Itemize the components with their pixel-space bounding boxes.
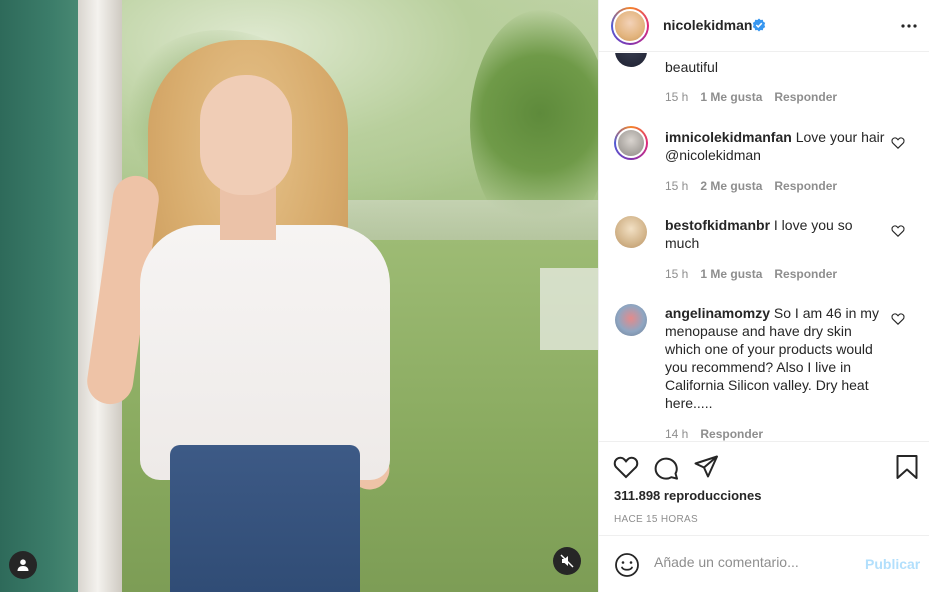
comment-meta: 15 h 1 Me gusta Responder	[665, 90, 837, 104]
publish-button[interactable]: Publicar	[865, 556, 920, 572]
commenter-avatar[interactable]	[614, 126, 648, 160]
author-username[interactable]: nicolekidman	[663, 17, 752, 33]
view-count[interactable]: 311.898 reproducciones	[614, 488, 761, 503]
comment-text: bestofkidmanbr I love you so much	[665, 217, 853, 251]
comment-meta: 15 h 1 Me gusta Responder	[665, 267, 837, 281]
comment-likes[interactable]: 1 Me gusta	[700, 267, 762, 281]
reply-button[interactable]: Responder	[774, 267, 837, 281]
comment-time[interactable]: 15 h	[665, 179, 688, 193]
post-header: nicolekidman	[599, 0, 929, 52]
comment-likes[interactable]: 2 Me gusta	[700, 179, 762, 193]
post-timestamp[interactable]: HACE 15 HORAS	[614, 514, 698, 525]
emoji-smiley-icon[interactable]	[614, 552, 640, 578]
author-avatar[interactable]	[611, 7, 649, 45]
comment-time[interactable]: 14 h	[665, 427, 688, 441]
verified-badge-icon	[752, 18, 766, 32]
user-icon	[17, 559, 29, 571]
post-media-video[interactable]	[0, 0, 598, 592]
comment-likes[interactable]: 1 Me gusta	[700, 90, 762, 104]
save-bookmark-icon[interactable]	[894, 454, 920, 480]
like-heart-icon[interactable]	[613, 454, 639, 480]
comment-like-heart-icon[interactable]	[891, 312, 905, 326]
reply-button[interactable]: Responder	[774, 179, 837, 193]
commenter-avatar[interactable]	[615, 216, 647, 248]
mute-toggle-button[interactable]	[553, 547, 581, 575]
add-comment-bar: Publicar	[599, 535, 929, 592]
commenter-avatar[interactable]	[615, 304, 647, 336]
comment-text: imnicolekidmanfan Love your hair @nicole…	[665, 129, 885, 163]
comment-like-heart-icon[interactable]	[891, 224, 905, 238]
user-tag-button[interactable]	[9, 551, 37, 579]
comment-time[interactable]: 15 h	[665, 90, 688, 104]
more-options-button[interactable]	[897, 16, 921, 36]
comment-meta: 15 h 2 Me gusta Responder	[665, 179, 837, 193]
comment-bubble-icon[interactable]	[653, 454, 679, 480]
comment-input[interactable]	[654, 554, 854, 570]
reply-button[interactable]: Responder	[700, 427, 763, 441]
commenter-username[interactable]: imnicolekidmanfan	[665, 129, 792, 145]
media-person	[84, 40, 400, 592]
comments-list[interactable]: beautiful 15 h 1 Me gusta Responder imni…	[599, 53, 929, 441]
commenter-username[interactable]: bestofkidmanbr	[665, 217, 770, 233]
comment-time[interactable]: 15 h	[665, 267, 688, 281]
more-options-icon	[901, 24, 917, 28]
share-paper-plane-icon[interactable]	[693, 454, 719, 480]
post-side-panel: nicolekidman beautiful 15 h 1 Me gusta R…	[598, 0, 929, 592]
comment-meta: 14 h Responder	[665, 427, 763, 441]
volume-muted-icon	[560, 554, 574, 568]
post-actions: 311.898 reproducciones HACE 15 HORAS	[599, 441, 929, 541]
comment-text: beautiful	[665, 59, 718, 75]
media-sign	[540, 268, 598, 350]
commenter-username[interactable]: angelinamomzy	[665, 305, 770, 321]
comment-like-heart-icon[interactable]	[891, 136, 905, 150]
reply-button[interactable]: Responder	[774, 90, 837, 104]
commenter-avatar[interactable]	[615, 53, 647, 67]
comment-text: angelinamomzy So I am 46 in my menopause…	[665, 305, 879, 411]
media-wall	[0, 0, 82, 592]
